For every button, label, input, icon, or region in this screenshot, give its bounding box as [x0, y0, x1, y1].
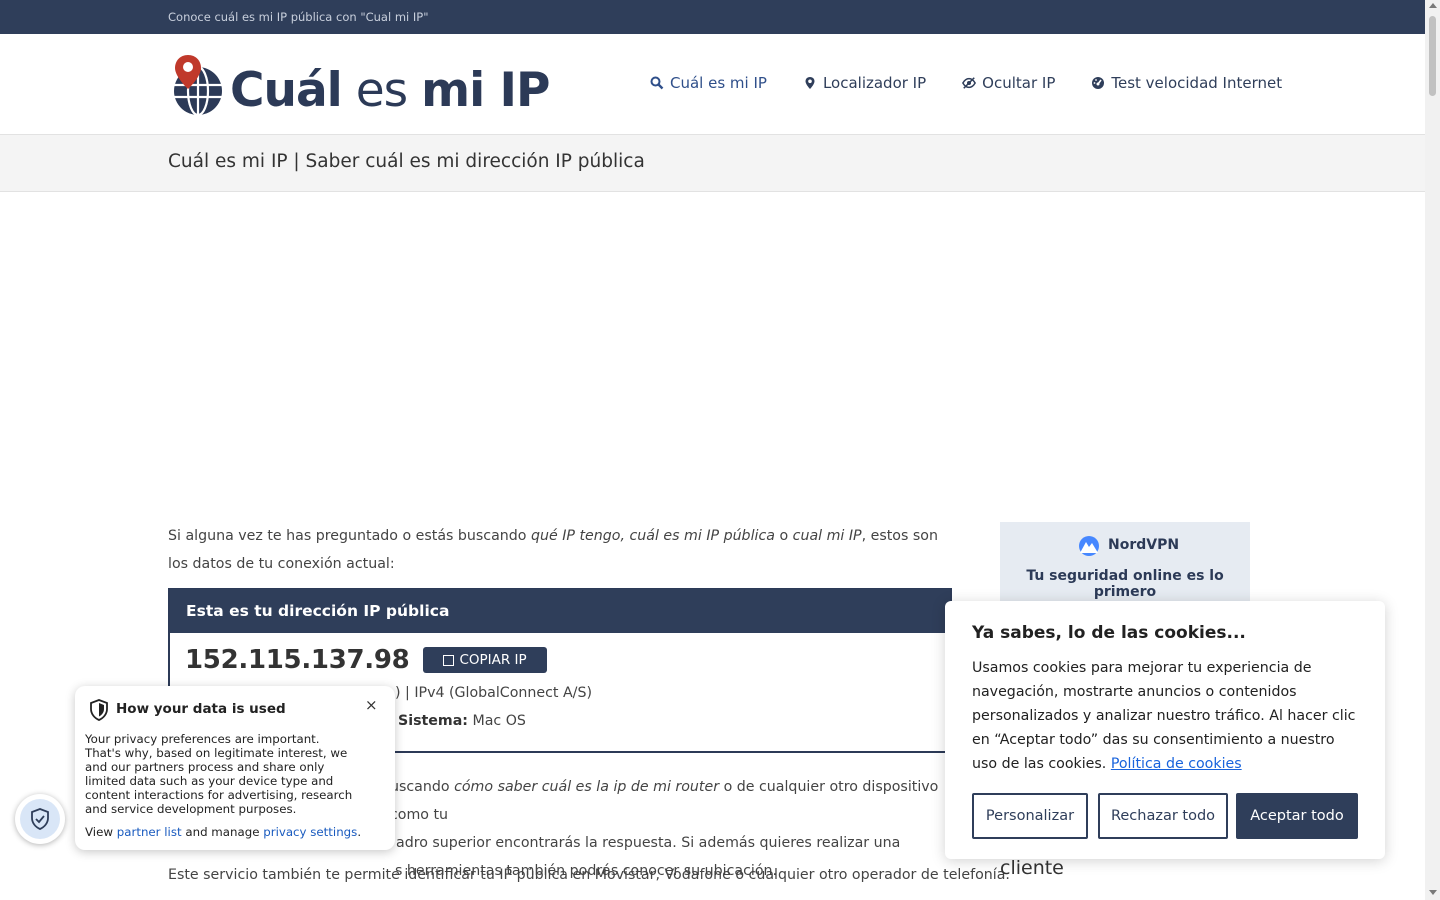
ip-box-heading: Esta es tu dirección IP pública	[170, 589, 950, 633]
globe-pin-icon	[170, 55, 228, 117]
logo-word-1: Cuál	[230, 62, 343, 118]
page-title: Cuál es mi IP | Saber cuál es mi direcci…	[168, 151, 645, 172]
scrollbar-thumb[interactable]	[1429, 16, 1436, 96]
ip-provider-info: ) | IPv4 (GlobalConnect A/S)	[395, 685, 592, 701]
main-nav: Cuál es mi IP Localizador IP Ocultar IP …	[650, 74, 1318, 92]
system-label: Sistema:	[398, 713, 468, 729]
nav-label: Localizador IP	[822, 74, 927, 92]
nordvpn-ad[interactable]: NordVPN Tu seguridad online es lo primer…	[1000, 522, 1250, 602]
search-icon	[650, 76, 664, 90]
top-announcement-bar: Conoce cuál es mi IP pública con "Cual m…	[0, 0, 1425, 34]
eye-slash-icon	[962, 76, 977, 90]
nav-item-localizador-ip[interactable]: Localizador IP	[803, 74, 926, 92]
ip-row: 152.115.137.98 COPIAR IP	[185, 645, 547, 675]
intro-text-1: Si alguna vez te has preguntado o estás …	[168, 528, 531, 544]
privacy-period: .	[357, 825, 362, 839]
cookie-title: Ya sabes, lo de las cookies...	[972, 623, 1246, 643]
public-ip-value: 152.115.137.98	[185, 645, 410, 675]
nav-label: Test velocidad Internet	[1111, 74, 1283, 92]
nordvpn-logo: NordVPN	[1075, 534, 1179, 556]
shield-check-icon	[31, 808, 49, 830]
page-scrollbar[interactable]	[1425, 0, 1440, 900]
copy-icon	[443, 654, 455, 666]
page-title-band: Cuál es mi IP | Saber cuál es mi direcci…	[0, 135, 1425, 192]
privacy-text: Your privacy preferences are important. …	[85, 732, 353, 816]
partner-list-link[interactable]: partner list	[117, 825, 182, 839]
privacy-notice-popup: How your data is used × Your privacy pre…	[75, 686, 395, 850]
privacy-links: View partner list and manage privacy set…	[85, 825, 361, 839]
customize-button[interactable]: Personalizar	[972, 793, 1088, 839]
body2-emphasis: cómo saber cuál es la ip de mi router	[454, 779, 720, 795]
nordvpn-mountain-icon	[1079, 536, 1099, 556]
site-logo[interactable]: Cuál es mi IP	[170, 54, 570, 118]
scroll-up-arrow-icon[interactable]	[1429, 3, 1437, 8]
body2-line1a: uscando	[390, 779, 455, 795]
nav-item-test-velocidad[interactable]: Test velocidad Internet	[1091, 74, 1282, 92]
copy-ip-button[interactable]: COPIAR IP	[423, 647, 547, 673]
site-header: Cuál es mi IP Cuál es mi IP Localizador …	[0, 34, 1425, 135]
system-value: Mac OS	[472, 713, 526, 729]
nordvpn-brand: NordVPN	[1108, 537, 1180, 553]
intro-emphasis-1: qué IP tengo, cuál es mi IP pública	[531, 528, 775, 544]
intro-emphasis-2: cual mi IP	[792, 528, 862, 544]
nordvpn-tagline: Tu seguridad online es lo primero	[1026, 568, 1224, 600]
intro-text-2: o	[774, 528, 793, 544]
logo-word-2: es	[355, 62, 408, 118]
logo-wordmark: Cuál es mi IP	[230, 67, 550, 114]
intro-paragraph: Si alguna vez te has preguntado o estás …	[168, 522, 948, 578]
logo-word-3: mi IP	[421, 62, 550, 118]
operators-paragraph: Este servicio también te permite identif…	[168, 867, 1010, 883]
cookie-policy-link[interactable]: Política de cookies	[1111, 756, 1242, 772]
privacy-settings-link[interactable]: privacy settings	[263, 825, 357, 839]
close-icon[interactable]: ×	[365, 696, 378, 714]
nav-item-ocultar-ip[interactable]: Ocultar IP	[962, 74, 1055, 92]
ip-system-info: Sistema: Mac OS	[398, 713, 526, 729]
speedometer-icon	[1091, 76, 1105, 90]
privacy-view-text: View	[85, 825, 117, 839]
topbar-text: Conoce cuál es mi IP pública con "Cual m…	[168, 10, 429, 24]
cookie-consent-banner: Ya sabes, lo de las cookies... Usamos co…	[945, 601, 1385, 859]
sidebar-text: cliente	[1000, 857, 1064, 879]
privacy-shield-inner	[20, 799, 60, 839]
scroll-down-arrow-icon[interactable]	[1429, 890, 1437, 895]
nav-label: Cuál es mi IP	[670, 74, 767, 92]
cookie-text: Usamos cookies para mejorar tu experienc…	[972, 656, 1362, 776]
nav-item-cual-es-mi-ip[interactable]: Cuál es mi IP	[650, 74, 767, 92]
reject-all-button[interactable]: Rechazar todo	[1098, 793, 1228, 839]
nav-label: Ocultar IP	[982, 74, 1056, 92]
privacy-shield-button[interactable]	[15, 794, 65, 844]
accept-all-button[interactable]: Aceptar todo	[1236, 793, 1358, 839]
map-pin-icon	[803, 76, 817, 90]
privacy-and-manage-text: and manage	[181, 825, 264, 839]
copy-ip-label: COPIAR IP	[459, 652, 527, 668]
privacy-title: How your data is used	[116, 701, 286, 717]
shield-icon	[90, 699, 108, 721]
